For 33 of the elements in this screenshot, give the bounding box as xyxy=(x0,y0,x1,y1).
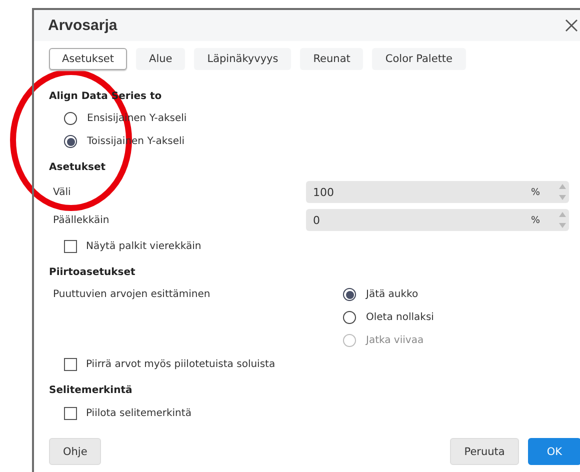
tab[interactable]: Asetukset xyxy=(49,48,128,70)
spin-field[interactable]: 100 % xyxy=(306,181,569,203)
help-button[interactable]: Ohje xyxy=(49,438,102,465)
radio-button[interactable] xyxy=(64,112,77,125)
unit-label: % xyxy=(530,186,540,198)
section-heading: Selitemerkintä xyxy=(49,384,134,398)
checkbox[interactable] xyxy=(64,358,77,370)
option-label: Puuttuvien arvojen esittäminen xyxy=(52,288,212,302)
radio-label: Jätä aukko xyxy=(366,289,418,300)
radio-label: Jatka viivaa xyxy=(366,335,424,346)
radio-button[interactable] xyxy=(343,311,356,324)
checkbox[interactable] xyxy=(64,406,77,420)
section-heading: Piirtoasetukset xyxy=(49,266,136,280)
unit-label: % xyxy=(530,214,540,226)
field-label: Väli xyxy=(52,186,72,198)
section-heading: Asetukset xyxy=(49,160,107,174)
field-label: Päällekkäin xyxy=(52,214,110,226)
radio-label: Oleta nollaksi xyxy=(366,312,434,323)
radio-button[interactable] xyxy=(343,288,356,301)
cancel-button[interactable]: Peruuta xyxy=(450,438,519,465)
tab[interactable]: Reunat xyxy=(300,48,364,70)
spin-field[interactable]: 0 % xyxy=(306,209,569,231)
close-icon[interactable] xyxy=(565,19,578,32)
tab[interactable]: Color Palette xyxy=(372,48,466,70)
radio-button[interactable] xyxy=(64,135,77,148)
ok-button[interactable]: OK xyxy=(528,438,580,465)
tab[interactable]: Alue xyxy=(136,48,186,70)
tab[interactable]: Läpinäkyvyys xyxy=(194,48,292,70)
checkbox-label: Piilota selitemerkintä xyxy=(86,408,192,418)
dialog-title: Arvosarja xyxy=(48,17,118,34)
checkbox-label: Näytä palkit vierekkäin xyxy=(86,240,202,252)
checkbox[interactable] xyxy=(64,240,77,252)
checkbox-label: Piirrä arvot myös piilotetuista soluista xyxy=(86,358,276,370)
